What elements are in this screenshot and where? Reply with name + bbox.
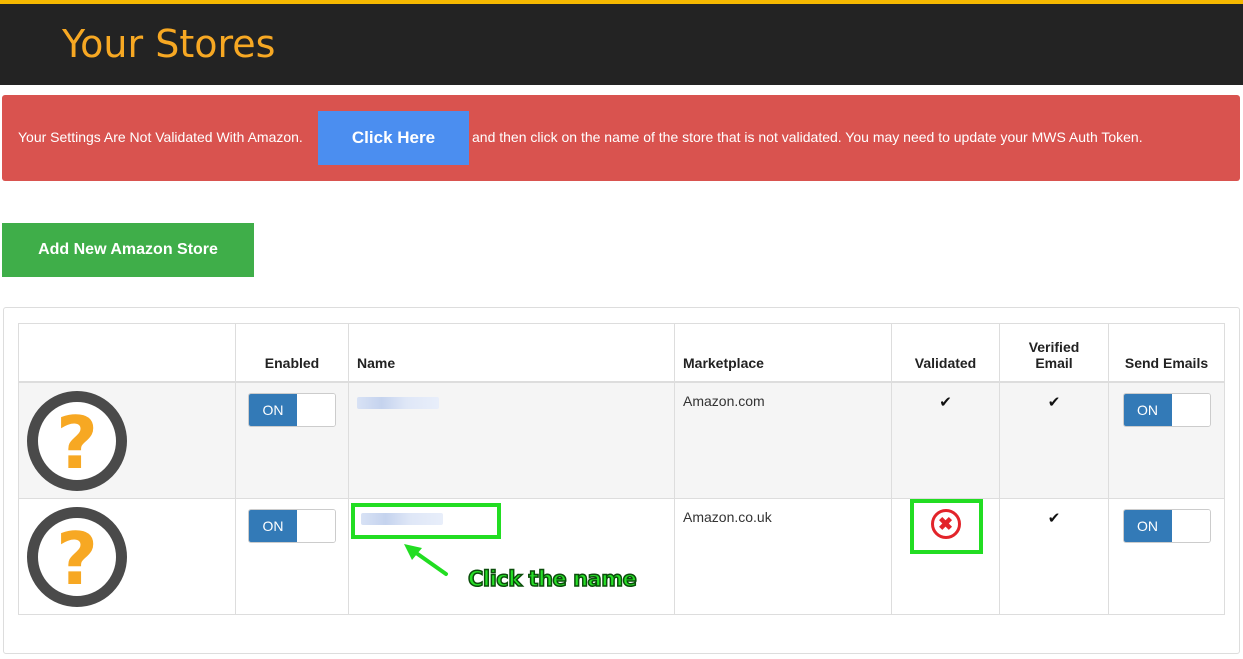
table-header-row: Enabled Name Marketplace Validated Verif… [18,323,1225,383]
checkmark-icon: ✔ [939,393,952,411]
page-title: Your Stores [62,22,276,66]
table-row: ? ON Amazon.com ✔ ✔ ON [18,381,1225,499]
toggle-knob [1171,510,1210,542]
column-header-validated: Validated [891,323,1000,383]
column-header-icon [18,323,236,383]
store-name-link[interactable] [357,396,439,409]
toggle-knob [1171,393,1210,426]
question-mark-icon: ? [27,507,127,607]
column-header-verified-email: Verified Email [999,323,1109,383]
enabled-cell: ON [235,381,349,499]
column-header-send-emails: Send Emails [1108,323,1225,383]
marketplace-cell: Amazon.co.uk [674,498,892,615]
store-icon-cell: ? [18,381,236,499]
toggle-knob [297,510,335,542]
send-emails-toggle[interactable]: ON [1122,392,1211,427]
verified-email-cell: ✔ [999,498,1109,615]
top-header: Your Stores [0,0,1243,85]
store-icon-cell: ? [18,498,236,615]
toggle-knob [297,393,335,426]
verified-email-cell: ✔ [999,381,1109,499]
send-emails-toggle[interactable]: ON [1122,509,1211,543]
column-header-marketplace: Marketplace [674,323,892,383]
validation-alert: Your Settings Are Not Validated With Ama… [2,95,1240,181]
toggle-on-label: ON [1123,510,1172,542]
marketplace-cell: Amazon.com [674,381,892,499]
send-emails-cell: ON [1108,381,1225,499]
verified-email-header-text: Verified Email [1028,338,1080,371]
toggle-on-label: ON [249,393,297,426]
enabled-cell: ON [235,498,349,615]
annotation-text: Click the name [467,566,637,592]
store-name-cell [348,381,675,499]
enabled-toggle[interactable]: ON [248,509,336,543]
column-header-name: Name [348,323,675,383]
enabled-toggle[interactable]: ON [248,392,336,427]
click-here-button[interactable]: Click Here [318,111,469,165]
column-header-enabled: Enabled [235,323,349,383]
add-new-amazon-store-button[interactable]: Add New Amazon Store [2,223,254,277]
name-highlight-box [351,503,501,539]
question-mark-icon: ? [27,390,127,491]
alert-text-before: Your Settings Are Not Validated With Ama… [18,129,303,145]
table-row: ? ON Amazon.co.uk ✖ ✔ ON [18,498,1225,615]
checkmark-icon: ✔ [1047,510,1061,527]
send-emails-cell: ON [1108,498,1225,615]
validated-highlight-box [910,499,983,554]
alert-text-after: and then click on the name of the store … [472,129,1143,145]
checkmark-icon: ✔ [1047,393,1061,411]
validated-cell: ✔ [891,381,1000,499]
toggle-on-label: ON [249,510,297,542]
toggle-on-label: ON [1123,393,1172,426]
arrow-icon [404,544,448,576]
